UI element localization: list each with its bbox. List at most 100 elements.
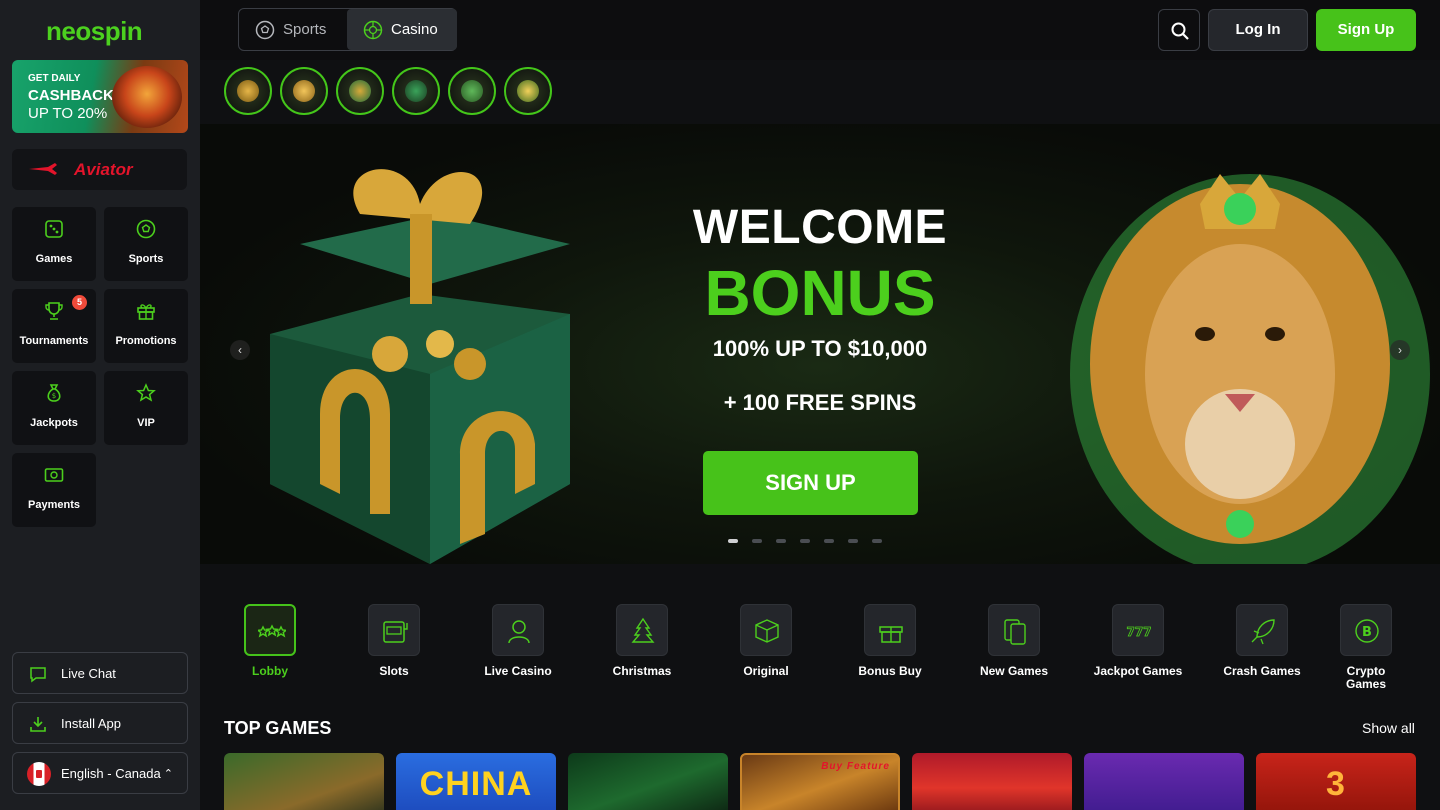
canada-flag-icon <box>27 762 51 786</box>
show-all-link[interactable]: Show all <box>1362 720 1415 736</box>
wheel-icon <box>405 80 427 102</box>
game-title: 3 <box>1326 765 1346 803</box>
svg-text:B: B <box>1362 625 1372 640</box>
hero-title-bonus: BONUS <box>704 257 936 329</box>
promo-line-1: GET DAILY <box>28 73 81 84</box>
tab-casino-label: Casino <box>391 21 438 38</box>
app-root: neospin GET DAILY CASHBACK UP TO 20% Avi… <box>0 0 1440 810</box>
svg-text:$: $ <box>52 392 56 400</box>
carousel-dot[interactable] <box>824 539 834 543</box>
tab-sports[interactable]: Sports <box>255 9 326 50</box>
nav-tile-payments[interactable]: Payments <box>12 453 96 527</box>
aviator-label: Aviator <box>74 160 133 179</box>
dice-icon <box>45 220 63 238</box>
roulette-icon <box>363 20 383 39</box>
promo-line-2: CASHBACK <box>28 87 114 104</box>
category-icon-box: 777 <box>1112 604 1164 656</box>
nav-tile-label: Games <box>35 253 73 265</box>
install-app-button[interactable]: Install App <box>12 702 188 744</box>
game-card[interactable] <box>568 753 728 810</box>
cash-shortcut[interactable] <box>448 67 496 115</box>
seven-shortcut[interactable] <box>504 67 552 115</box>
lucky-seven-icon <box>517 80 539 102</box>
game-category-bar: Lobby Slots Live Casino Christmas Origin… <box>200 600 1440 700</box>
category-label: Live Casino <box>484 664 552 678</box>
gift-icon <box>137 304 155 320</box>
game-card[interactable]: Buy Feature <box>740 753 900 810</box>
hero-signup-button[interactable]: SIGN UP <box>703 451 918 515</box>
sidebar: neospin GET DAILY CASHBACK UP TO 20% Avi… <box>0 0 200 810</box>
category-label: Bonus Buy <box>858 664 922 678</box>
login-button[interactable]: Log In <box>1208 9 1308 51</box>
slot-machine-icon <box>383 621 408 643</box>
dealer-icon <box>508 620 530 644</box>
nav-tile-vip[interactable]: VIP <box>104 371 188 445</box>
nav-tile-sports[interactable]: Sports <box>104 207 188 281</box>
trophy-shortcut[interactable] <box>224 67 272 115</box>
crab-illustration <box>112 66 182 128</box>
live-chat-label: Live Chat <box>61 666 116 681</box>
category-icon-box <box>492 604 544 656</box>
live-chat-button[interactable]: Live Chat <box>12 652 188 694</box>
category-icon-box <box>864 604 916 656</box>
tab-casino[interactable]: Casino <box>347 9 457 50</box>
nav-tile-label: Payments <box>28 499 80 511</box>
gift-shortcut[interactable] <box>336 67 384 115</box>
soccer-ball-icon <box>255 20 275 39</box>
rocket-icon <box>1251 619 1275 645</box>
cashback-promo-banner[interactable]: GET DAILY CASHBACK UP TO 20% <box>12 60 188 133</box>
crown-icon <box>293 80 315 102</box>
trophy-icon <box>237 80 259 102</box>
star-icon <box>136 383 156 402</box>
game-card[interactable] <box>1084 753 1244 810</box>
nav-tile-games[interactable]: Games <box>12 207 96 281</box>
language-selector[interactable]: English - Canada ⌃ <box>12 752 188 794</box>
hero-banner[interactable]: WELCOME BONUS 100% UP TO $10,000 + 100 F… <box>200 124 1440 564</box>
game-card[interactable] <box>912 753 1072 810</box>
tab-sports-label: Sports <box>283 21 327 38</box>
dice-cube-icon <box>755 619 779 643</box>
carousel-dot[interactable] <box>752 539 762 543</box>
game-card[interactable]: 3 <box>1256 753 1416 810</box>
neospin-logo[interactable]: neospin <box>46 16 143 47</box>
category-icon-box <box>988 604 1040 656</box>
category-icon-box <box>368 604 420 656</box>
hero-offer-line: 100% UP TO $10,000 <box>712 336 928 361</box>
language-label: English - Canada <box>61 766 161 781</box>
crown-shortcut[interactable] <box>280 67 328 115</box>
carousel-prev-arrow[interactable]: ‹ <box>230 340 250 360</box>
cards-icon <box>1004 619 1026 645</box>
carousel-next-arrow[interactable]: › <box>1390 340 1410 360</box>
nav-tile-promotions[interactable]: Promotions <box>104 289 188 363</box>
carousel-dot[interactable] <box>776 539 786 543</box>
nav-tile-label: Sports <box>128 253 164 265</box>
carousel-dot[interactable] <box>800 539 810 543</box>
category-label: Crash Games <box>1223 664 1301 678</box>
category-label: Lobby <box>252 664 288 678</box>
game-card[interactable] <box>224 753 384 810</box>
game-title: Buy Feature <box>821 761 890 772</box>
category-label: Jackpot Games <box>1093 664 1183 678</box>
cash-stack-icon <box>461 80 483 102</box>
gift-box-icon <box>879 626 903 643</box>
category-icon-box <box>740 604 792 656</box>
sports-casino-switch: Sports Casino <box>238 8 457 51</box>
search-button[interactable] <box>1158 9 1200 51</box>
aviator-game-button[interactable]: Aviator <box>12 149 187 190</box>
logo-part-neo: neo <box>46 16 91 46</box>
carousel-dot[interactable] <box>728 539 738 543</box>
carousel-dot[interactable] <box>848 539 858 543</box>
nav-tile-label: VIP <box>137 417 155 429</box>
top-games-heading: TOP GAMES <box>224 718 332 738</box>
nav-tile-label: Promotions <box>115 335 177 347</box>
promo-line-3: UP TO 20% <box>28 105 108 122</box>
nav-tile-tournaments[interactable]: 5 Tournaments <box>12 289 96 363</box>
wheel-shortcut[interactable] <box>392 67 440 115</box>
signup-button[interactable]: Sign Up <box>1316 9 1416 51</box>
game-card[interactable]: CHINA <box>396 753 556 810</box>
category-label: Original <box>743 664 789 678</box>
nav-tile-jackpots[interactable]: $ Jackpots <box>12 371 96 445</box>
trophy-icon <box>45 302 63 320</box>
nav-tile-label: Tournaments <box>19 335 89 347</box>
carousel-dot[interactable] <box>872 539 882 543</box>
